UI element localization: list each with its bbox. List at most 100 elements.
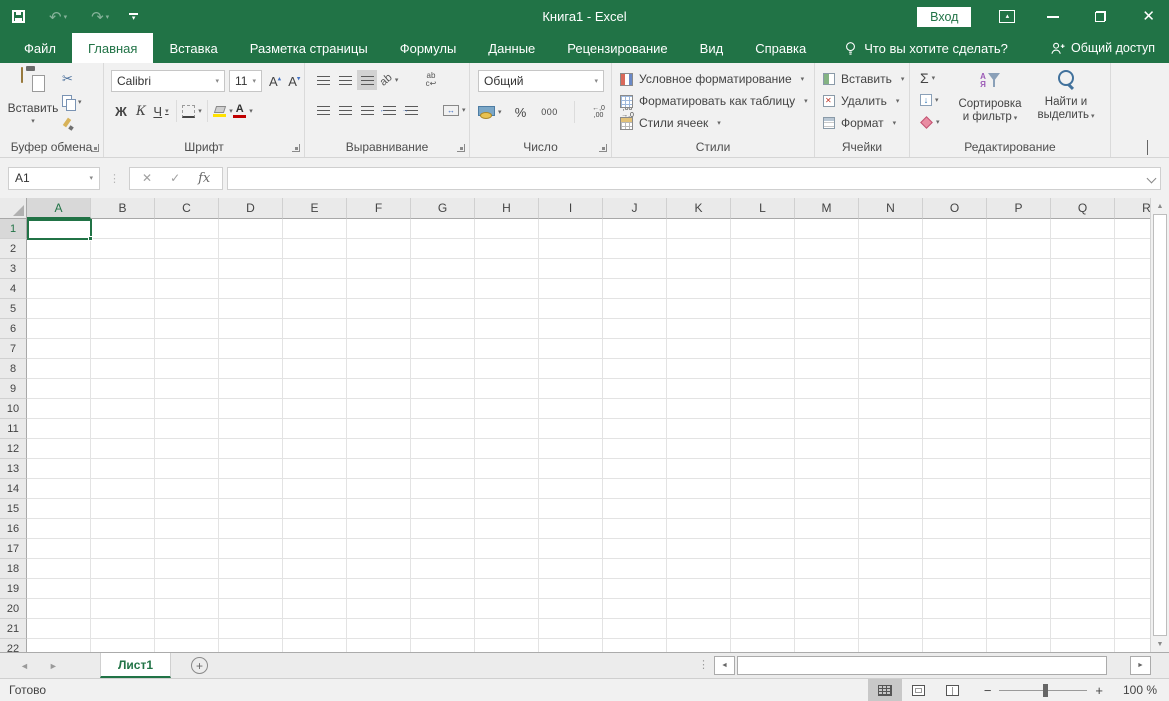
new-sheet-button[interactable]: + xyxy=(191,657,208,674)
name-box[interactable]: A1▾ xyxy=(8,167,100,190)
column-header-C[interactable]: C xyxy=(155,198,219,219)
zoom-out-button[interactable]: − xyxy=(984,683,992,698)
vertical-scrollbar[interactable]: ▲ ▼ xyxy=(1150,198,1169,652)
row-header-18[interactable]: 18 xyxy=(0,559,27,579)
scroll-down-icon[interactable]: ▼ xyxy=(1151,636,1169,652)
row-header-3[interactable]: 3 xyxy=(0,259,27,279)
column-header-P[interactable]: P xyxy=(987,198,1051,219)
accounting-format-button[interactable] xyxy=(478,102,502,122)
share-button[interactable]: Общий доступ xyxy=(1050,33,1155,63)
align-bottom-button[interactable] xyxy=(357,70,377,90)
increase-decimal-button[interactable]: ←,0,00 xyxy=(589,102,609,122)
align-top-button[interactable] xyxy=(313,70,333,90)
sort-filter-button[interactable]: АЯ Сортировка и фильтр xyxy=(954,68,1026,125)
row-header-15[interactable]: 15 xyxy=(0,499,27,519)
column-header-O[interactable]: O xyxy=(923,198,987,219)
collapse-ribbon-button[interactable] xyxy=(1147,141,1155,149)
selected-cell-a1[interactable] xyxy=(27,219,92,240)
cells-area[interactable] xyxy=(27,219,1150,652)
comma-style-button[interactable]: 000 xyxy=(540,102,560,122)
cell-styles-button[interactable]: Стили ячеек xyxy=(620,116,721,130)
fill-button[interactable]: ↓ xyxy=(920,92,940,108)
font-color-button[interactable]: А xyxy=(233,101,253,121)
delete-cells-button[interactable]: Удалить xyxy=(823,94,899,108)
column-header-B[interactable]: B xyxy=(91,198,155,219)
bold-button[interactable]: Ж xyxy=(111,101,131,121)
row-header-5[interactable]: 5 xyxy=(0,299,27,319)
cancel-icon[interactable]: ✕ xyxy=(142,171,152,185)
align-left-button[interactable] xyxy=(313,100,333,120)
wrap-text-button[interactable]: abc↩ xyxy=(421,70,441,90)
select-all-corner[interactable] xyxy=(0,198,27,219)
next-sheet-icon[interactable]: ► xyxy=(49,661,58,671)
font-dialog-launcher-icon[interactable] xyxy=(292,144,300,152)
row-header-8[interactable]: 8 xyxy=(0,359,27,379)
tell-me-box[interactable]: Что вы хотите сделать? xyxy=(844,33,1008,63)
row-header-10[interactable]: 10 xyxy=(0,399,27,419)
align-middle-button[interactable] xyxy=(335,70,355,90)
minimize-icon[interactable] xyxy=(1047,16,1059,18)
row-header-11[interactable]: 11 xyxy=(0,419,27,439)
ribbon-display-options-icon[interactable]: ▴ xyxy=(999,10,1015,23)
row-header-4[interactable]: 4 xyxy=(0,279,27,299)
row-header-6[interactable]: 6 xyxy=(0,319,27,339)
column-header-N[interactable]: N xyxy=(859,198,923,219)
copy-button[interactable] xyxy=(62,94,82,110)
paste-button[interactable]: Вставить ▾ xyxy=(8,68,58,125)
row-header-20[interactable]: 20 xyxy=(0,599,27,619)
vertical-scroll-thumb[interactable] xyxy=(1153,214,1167,636)
horizontal-scroll-thumb[interactable] xyxy=(737,656,1107,675)
increase-font-button[interactable]: A▴ xyxy=(269,74,281,89)
column-header-H[interactable]: H xyxy=(475,198,539,219)
format-as-table-button[interactable]: Форматировать как таблицу xyxy=(620,94,808,108)
sheet-tab-Лист1[interactable]: Лист1 xyxy=(100,653,171,678)
column-header-J[interactable]: J xyxy=(603,198,667,219)
hscroll-right-button[interactable]: ► xyxy=(1130,656,1151,675)
fill-handle[interactable] xyxy=(88,236,93,241)
alignment-dialog-launcher-icon[interactable] xyxy=(457,144,465,152)
splitter-dots-icon[interactable]: ⋮ xyxy=(698,658,709,671)
normal-view-button[interactable] xyxy=(868,679,902,701)
page-layout-view-button[interactable] xyxy=(902,679,936,701)
enter-icon[interactable]: ✓ xyxy=(170,171,180,185)
increase-indent-button[interactable]: → xyxy=(401,100,421,120)
ribbon-tab-formulas[interactable]: Формулы xyxy=(384,33,473,63)
restore-icon[interactable] xyxy=(1095,11,1106,22)
decrease-font-button[interactable]: A▾ xyxy=(288,74,300,89)
ribbon-tab-file[interactable]: Файл xyxy=(8,33,72,63)
row-header-2[interactable]: 2 xyxy=(0,239,27,259)
row-header-19[interactable]: 19 xyxy=(0,579,27,599)
italic-button[interactable]: К xyxy=(131,101,151,121)
expand-formula-bar-icon[interactable] xyxy=(1147,173,1157,183)
percent-style-button[interactable]: % xyxy=(511,102,531,122)
ribbon-tab-insert[interactable]: Вставка xyxy=(153,33,233,63)
column-header-I[interactable]: I xyxy=(539,198,603,219)
signin-button[interactable]: Вход xyxy=(917,7,971,27)
font-size-select[interactable]: 11▾ xyxy=(229,70,262,92)
hscroll-left-button[interactable]: ◄ xyxy=(714,656,735,675)
ribbon-tab-page-layout[interactable]: Разметка страницы xyxy=(234,33,384,63)
zoom-thumb[interactable] xyxy=(1043,684,1048,697)
zoom-level[interactable]: 100 % xyxy=(1113,683,1157,697)
row-header-21[interactable]: 21 xyxy=(0,619,27,639)
underline-button[interactable]: Ч xyxy=(151,101,171,121)
orientation-button[interactable]: ab xyxy=(379,70,399,90)
column-header-R[interactable]: R xyxy=(1115,198,1150,219)
ribbon-tab-home[interactable]: Главная xyxy=(72,33,153,63)
ribbon-tab-data[interactable]: Данные xyxy=(472,33,551,63)
scroll-up-icon[interactable]: ▲ xyxy=(1151,198,1169,214)
row-header-12[interactable]: 12 xyxy=(0,439,27,459)
insert-function-icon[interactable]: fx xyxy=(198,171,210,186)
row-header-1[interactable]: 1 xyxy=(0,219,27,239)
font-family-select[interactable]: Calibri▾ xyxy=(111,70,225,92)
merge-center-button[interactable]: ↔ xyxy=(443,100,466,120)
format-cells-button[interactable]: Формат xyxy=(823,116,896,130)
insert-cells-button[interactable]: Вставить xyxy=(823,72,904,86)
row-header-22[interactable]: 22 xyxy=(0,639,27,652)
ribbon-tab-help[interactable]: Справка xyxy=(739,33,822,63)
column-header-G[interactable]: G xyxy=(411,198,475,219)
align-right-button[interactable] xyxy=(357,100,377,120)
decrease-indent-button[interactable]: ← xyxy=(379,100,399,120)
row-header-14[interactable]: 14 xyxy=(0,479,27,499)
conditional-formatting-button[interactable]: Условное форматирование xyxy=(620,72,804,86)
